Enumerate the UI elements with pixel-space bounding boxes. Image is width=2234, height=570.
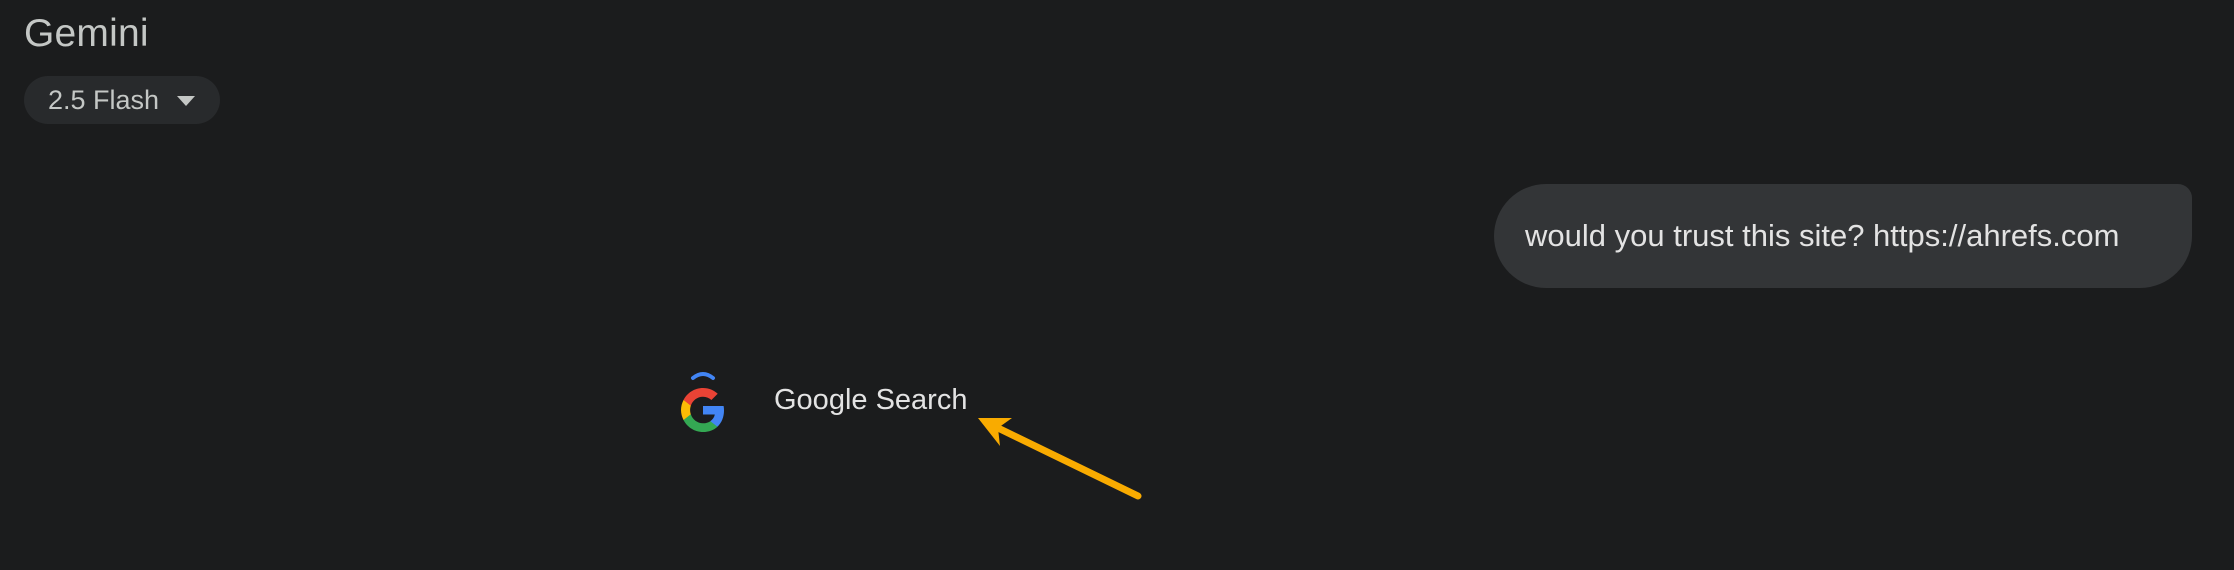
google-search-label: Google Search <box>774 384 968 416</box>
app-title: Gemini <box>24 12 149 55</box>
user-message-text: would you trust this site? https://ahref… <box>1525 218 2120 253</box>
model-picker-button[interactable]: 2.5 Flash <box>24 76 220 124</box>
arrow-head <box>978 418 1012 446</box>
tool-call-row[interactable]: Google Search <box>676 366 967 436</box>
model-picker-label: 2.5 Flash <box>48 84 160 115</box>
google-g-icon <box>676 366 730 436</box>
chevron-down-icon <box>177 96 196 106</box>
arrow-shaft <box>994 424 1142 500</box>
user-message-bubble: would you trust this site? https://ahref… <box>1494 184 2192 288</box>
